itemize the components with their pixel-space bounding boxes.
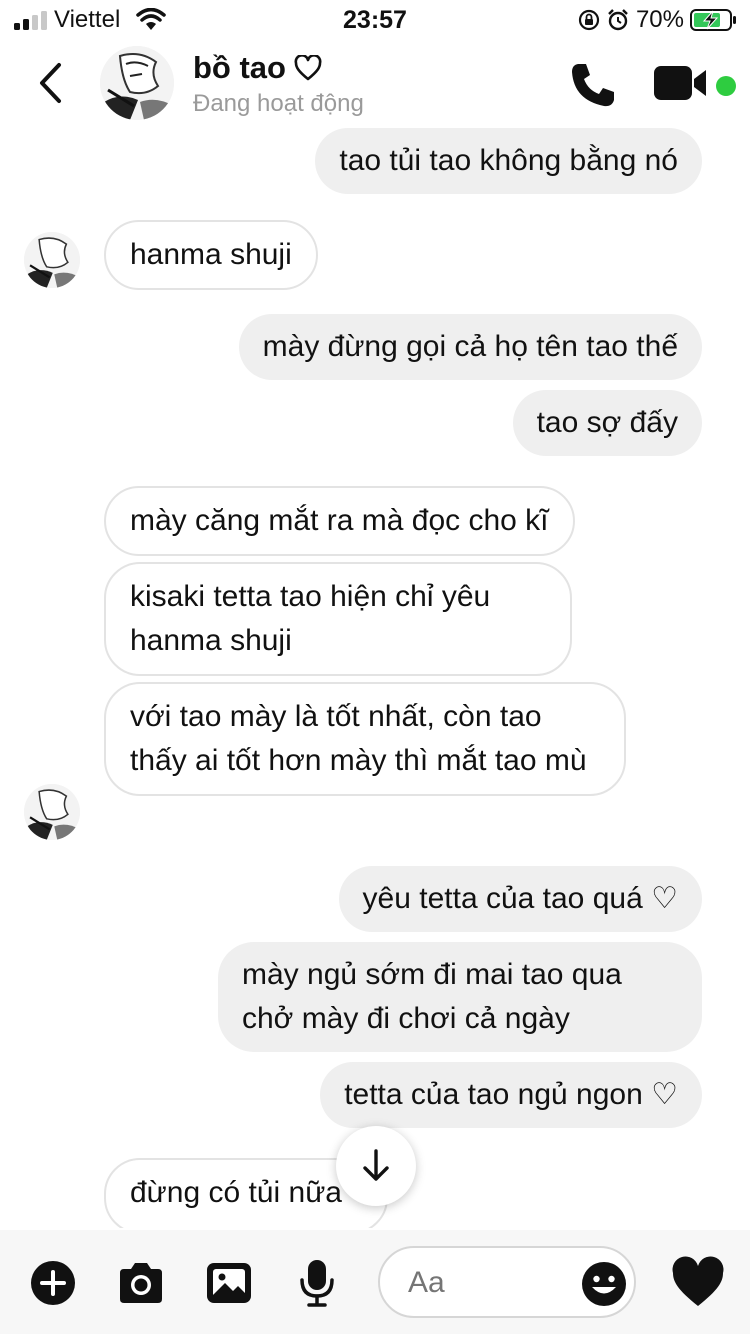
- gallery-button[interactable]: [204, 1258, 254, 1308]
- image-icon: [207, 1263, 251, 1303]
- voice-call-button[interactable]: [568, 60, 618, 110]
- sender-avatar[interactable]: [24, 784, 80, 840]
- alarm-icon: [608, 9, 628, 31]
- avatar-illustration-icon: [24, 784, 80, 840]
- back-button[interactable]: [28, 58, 72, 108]
- signal-icon: [14, 11, 47, 30]
- carrier-name: Viettel: [54, 6, 121, 33]
- message-bubble-outgoing[interactable]: mày đừng gọi cả họ tên tao thế: [238, 314, 702, 380]
- arrow-down-icon: [363, 1149, 389, 1181]
- battery-charging-icon: [690, 9, 736, 31]
- video-call-button[interactable]: [652, 62, 712, 106]
- plus-icon: [31, 1261, 75, 1305]
- emoji-icon[interactable]: [580, 1260, 628, 1308]
- camera-button[interactable]: [116, 1258, 166, 1308]
- status-right: 70%: [578, 6, 738, 34]
- message-bubble-outgoing[interactable]: tao tủi tao không bằng nó: [315, 128, 702, 194]
- chevron-left-icon: [40, 63, 61, 103]
- avatar-illustration-icon: [24, 232, 80, 288]
- status-bar: Viettel 23:57 70%: [0, 0, 750, 40]
- heart-icon[interactable]: [670, 1256, 726, 1312]
- message-bubble-incoming[interactable]: mày căng mắt ra mà đọc cho kĩ: [104, 486, 575, 556]
- chat-header: bồ tao Đang hoạt động: [0, 40, 750, 128]
- avatar-illustration-icon: [100, 46, 174, 120]
- message-bubble-outgoing[interactable]: tao sợ đấy: [512, 390, 702, 456]
- scroll-to-bottom-button[interactable]: [336, 1126, 416, 1206]
- camera-icon: [120, 1263, 162, 1303]
- voice-message-button[interactable]: [292, 1258, 342, 1308]
- sender-avatar[interactable]: [24, 232, 80, 288]
- online-indicator: [716, 76, 736, 96]
- message-bubble-incoming[interactable]: kisaki tetta tao hiện chỉ yêu hanma shuj…: [104, 562, 572, 676]
- message-bubble-incoming[interactable]: với tao mày là tốt nhất, còn tao thấy ai…: [104, 682, 626, 796]
- heart-outline-icon: [294, 55, 322, 81]
- contact-avatar[interactable]: [100, 46, 174, 120]
- message-bubble-outgoing[interactable]: yêu tetta của tao quá ♡: [338, 866, 702, 932]
- microphone-icon: [300, 1260, 334, 1307]
- message-list[interactable]: tao tủi tao không bằng nó hanma shuji mà…: [0, 128, 750, 1228]
- message-bubble-outgoing[interactable]: tetta của tao ngủ ngon ♡: [320, 1062, 702, 1128]
- contact-name-text: bồ tao: [193, 50, 286, 85]
- message-bubble-outgoing[interactable]: mày ngủ sớm đi mai tao qua chở mày đi ch…: [218, 942, 702, 1052]
- battery-percent: 70%: [635, 6, 684, 33]
- video-camera-icon: [654, 66, 706, 100]
- message-input[interactable]: [408, 1266, 558, 1300]
- phone-icon: [572, 64, 614, 107]
- message-input-field[interactable]: [378, 1246, 636, 1318]
- wifi-icon: [136, 8, 166, 30]
- message-composer: [0, 1230, 750, 1334]
- message-bubble-incoming[interactable]: hanma shuji: [104, 220, 318, 290]
- more-actions-button[interactable]: [28, 1258, 78, 1308]
- contact-name[interactable]: bồ tao: [193, 50, 322, 86]
- orientation-lock-icon: [578, 9, 600, 31]
- active-status: Đang hoạt động: [193, 90, 364, 117]
